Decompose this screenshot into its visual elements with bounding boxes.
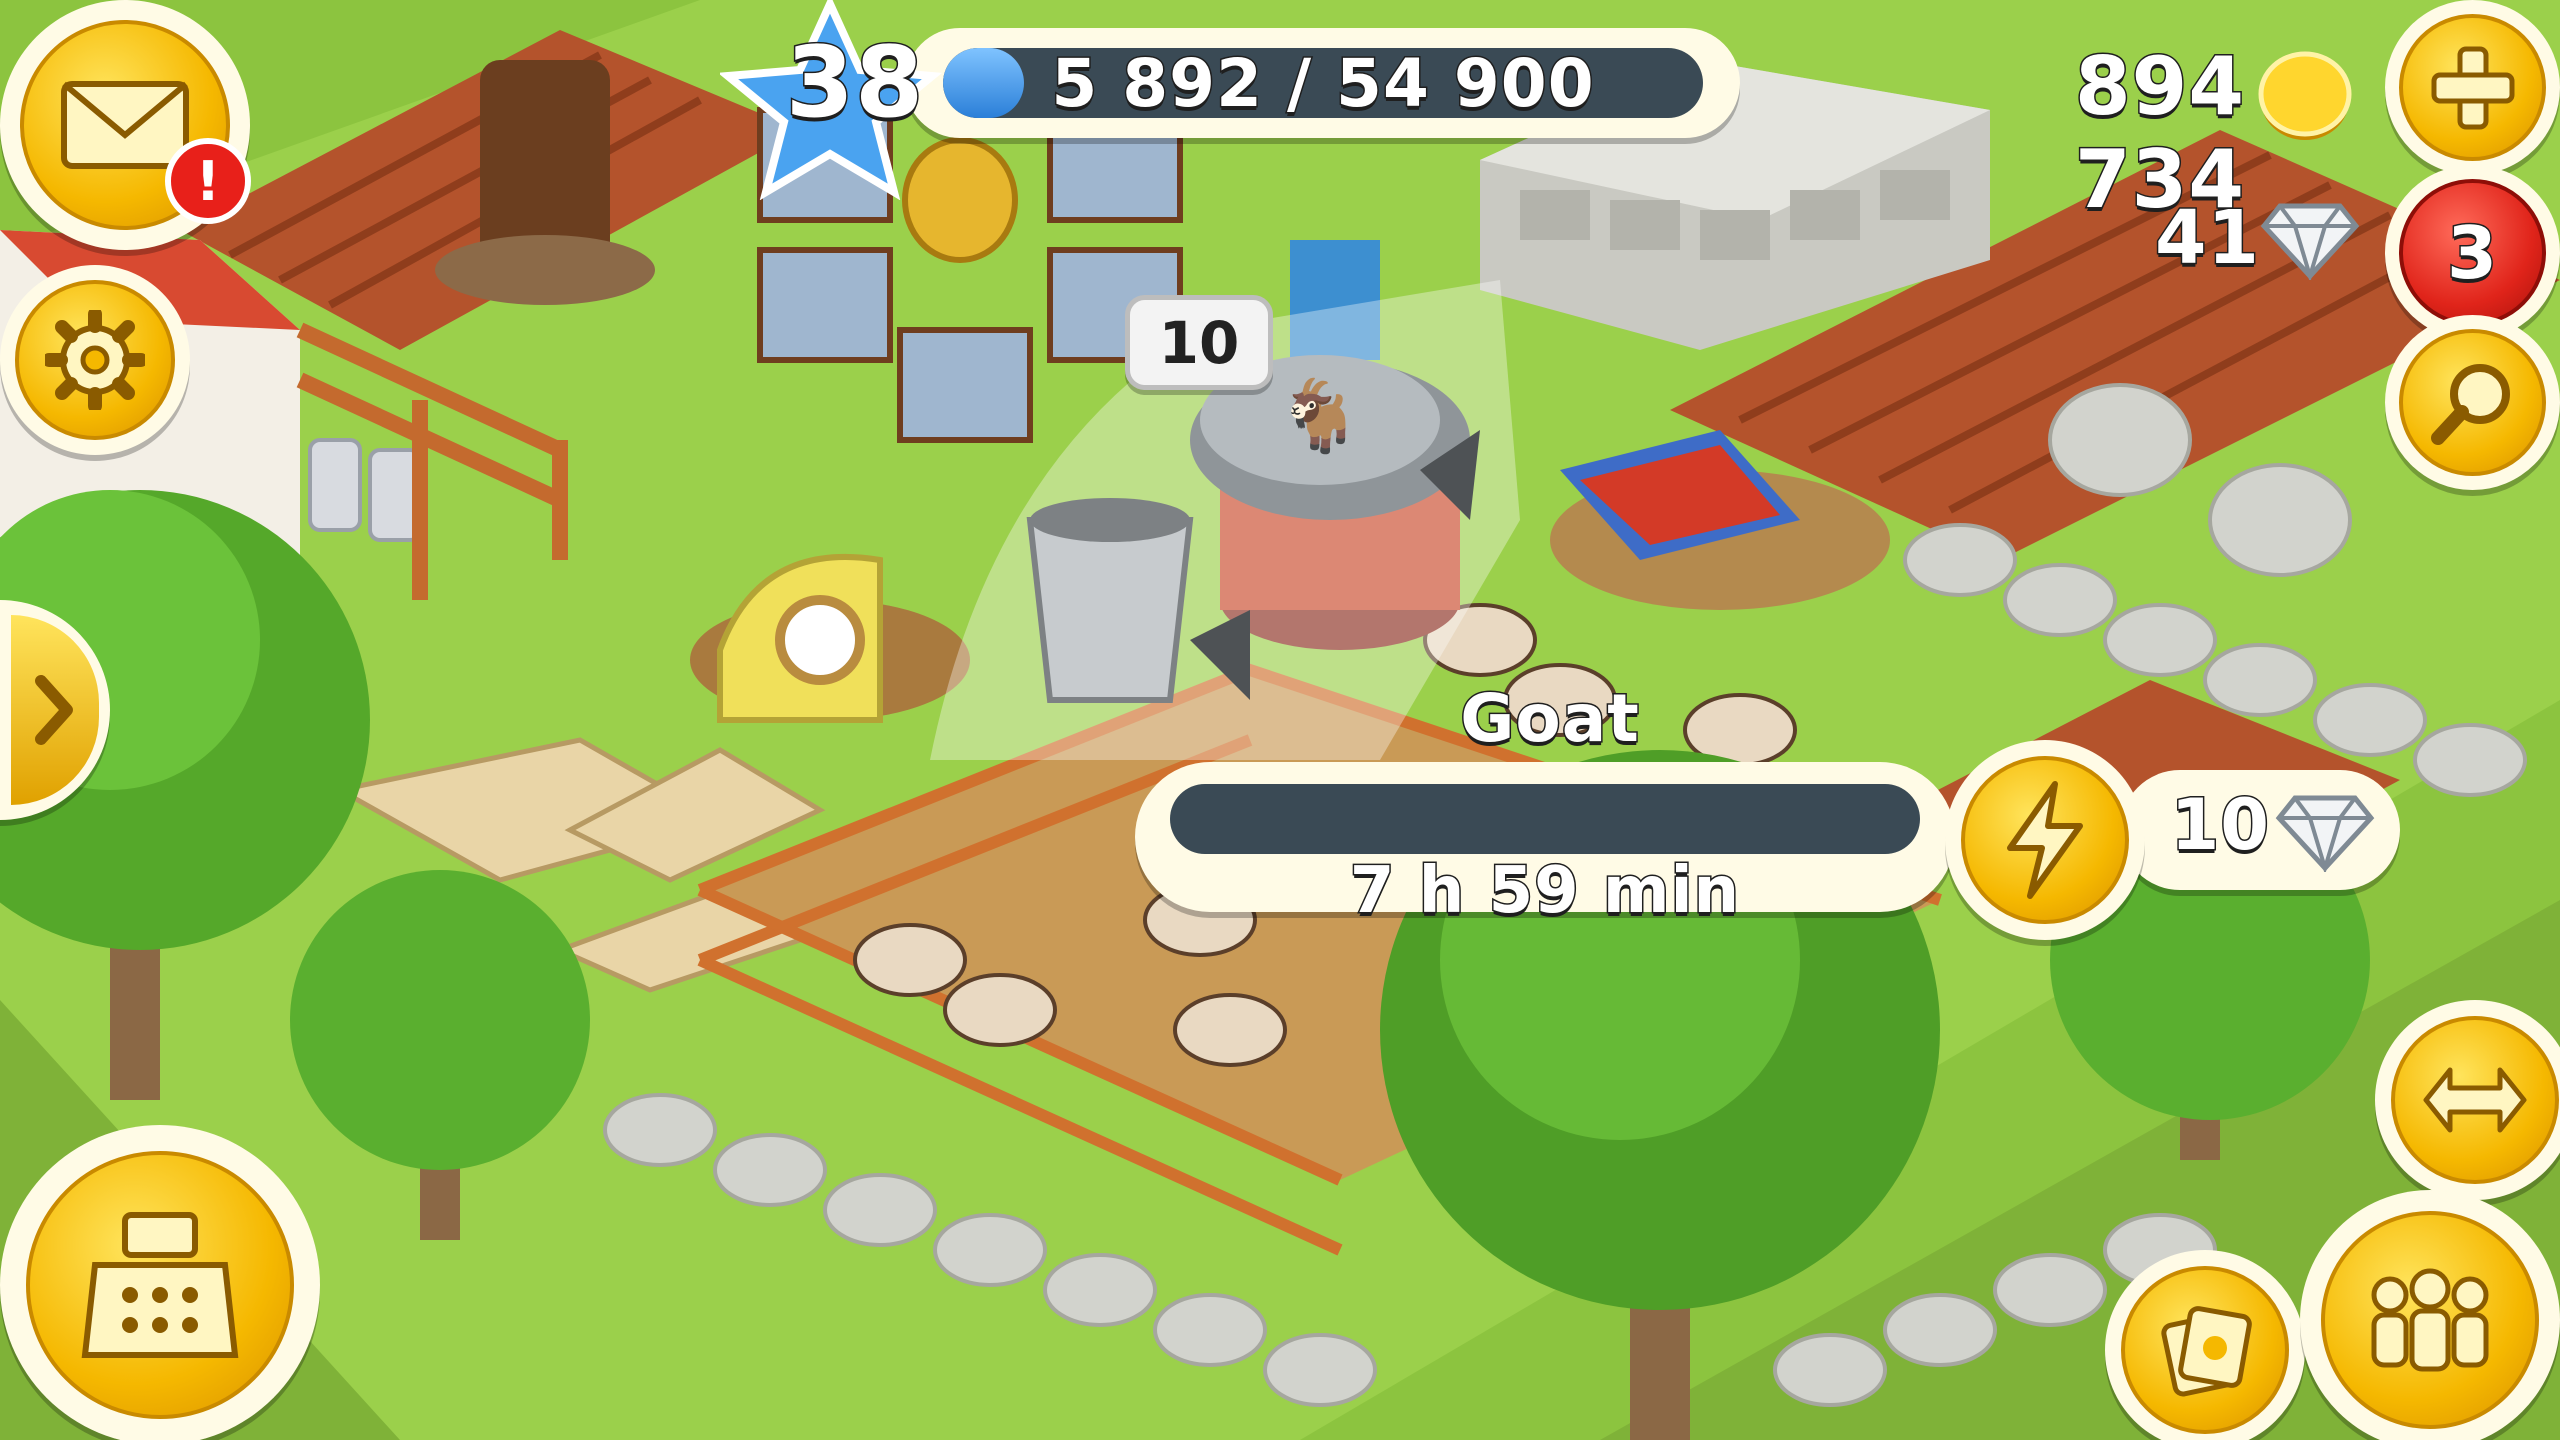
- diamond-icon: [2275, 795, 2375, 872]
- level-number: 38: [784, 25, 925, 142]
- notifications-count: 3: [2445, 209, 2499, 296]
- shop-button[interactable]: [0, 1125, 320, 1440]
- notifications-button[interactable]: 3: [2385, 165, 2560, 340]
- production-timer-panel: 7 h 59 min: [1135, 762, 1955, 930]
- map-button[interactable]: [2375, 1000, 2560, 1200]
- mail-alert-text: !: [195, 149, 221, 213]
- capacity-value: 10: [1158, 308, 1240, 377]
- cards-icon: [2161, 1306, 2252, 1397]
- capacity-badge: 10: [1125, 295, 1273, 390]
- add-coins-button[interactable]: [2385, 0, 2560, 175]
- diamond-icon: [2260, 203, 2360, 280]
- newspaper-button[interactable]: [2105, 1250, 2305, 1440]
- gems-amount: 41: [2154, 194, 2261, 283]
- product-name: Goat Milk: [1459, 679, 1641, 836]
- gear-icon: [45, 310, 145, 410]
- xp-progress-bar: 5 892 / 54 900: [905, 28, 1740, 138]
- xp-track: 5 892 / 54 900: [943, 48, 1703, 118]
- lightning-icon: [2007, 781, 2083, 899]
- level-badge[interactable]: 38: [720, 0, 950, 200]
- coin-icon: [2258, 51, 2352, 140]
- skip-cost-value: 10: [2169, 783, 2270, 868]
- search-button[interactable]: [2385, 315, 2560, 490]
- plus-icon: [2431, 46, 2514, 129]
- friends-icon: [2371, 1268, 2489, 1372]
- skip-production-button[interactable]: [1945, 740, 2145, 940]
- xp-text: 5 892 / 54 900: [1050, 48, 1595, 118]
- map-arrows-icon: [2423, 1067, 2527, 1133]
- magnifier-icon: [2430, 363, 2510, 445]
- coins-amount: 894 734: [2074, 39, 2246, 228]
- cash-register-icon: [81, 1211, 239, 1358]
- svg-text:🐐: 🐐: [1276, 375, 1363, 457]
- skip-cost-panel[interactable]: 10: [2120, 770, 2400, 890]
- time-remaining: 7 h 59 min: [1348, 853, 1741, 930]
- chevron-right-icon: [35, 675, 73, 745]
- mail-icon: [61, 81, 189, 169]
- mail-alert-badge: !: [165, 138, 251, 224]
- settings-button[interactable]: [0, 265, 190, 455]
- production-progress-track: [1170, 784, 1920, 854]
- friends-button[interactable]: [2300, 1190, 2560, 1440]
